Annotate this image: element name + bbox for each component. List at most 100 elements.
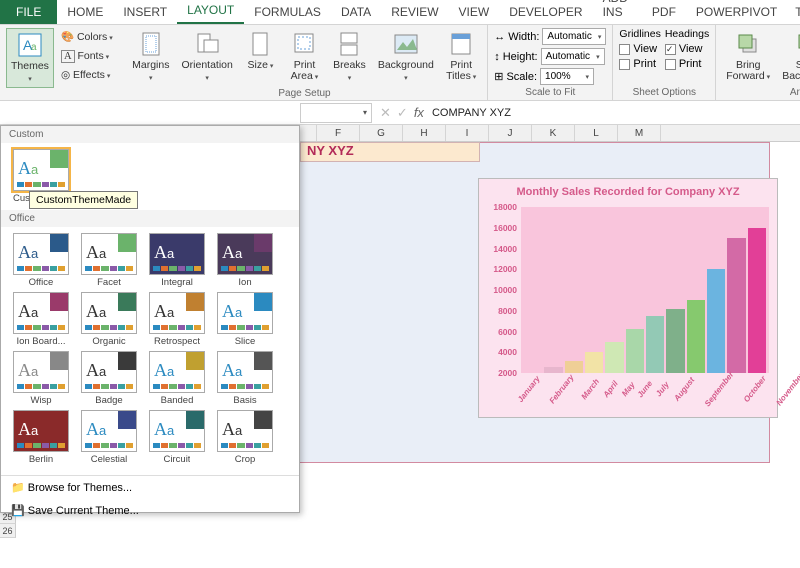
background-icon [392, 30, 420, 58]
print-titles-icon [447, 30, 475, 58]
browse-themes-button[interactable]: 📁 Browse for Themes... [1, 476, 299, 499]
tab-data[interactable]: DATA [331, 0, 381, 24]
column-header[interactable]: G [360, 125, 403, 141]
chart-bar [687, 300, 705, 373]
ribbon: Aa Themes 🎨 Colors A Fonts ◎ Effects Mar… [0, 25, 800, 101]
theme-tooltip: CustomThemeMade [29, 191, 138, 209]
group-sheet-options-label: Sheet Options [619, 85, 709, 98]
theme-item[interactable]: AaWisp [9, 351, 73, 406]
breaks-icon [335, 30, 363, 58]
fonts-button[interactable]: A Fonts [58, 48, 116, 64]
sheet-title-cell[interactable]: NY XYZ [300, 142, 480, 162]
theme-item[interactable]: AaIntegral [145, 233, 209, 288]
chart-bar [565, 361, 583, 373]
chart-title: Monthly Sales Recorded for Company XYZ [479, 179, 777, 201]
tab-page-layout[interactable]: PAGE LAYOUT [177, 0, 244, 24]
breaks-button[interactable]: Breaks [328, 28, 370, 86]
chart-bar [666, 309, 684, 373]
theme-item[interactable]: AaIon Board... [9, 292, 73, 347]
column-header[interactable]: L [575, 125, 618, 141]
width-dropdown[interactable]: Automatic [542, 28, 606, 45]
column-header[interactable]: J [489, 125, 532, 141]
orientation-button[interactable]: Orientation [178, 28, 237, 86]
chart-bars [521, 207, 769, 373]
height-dropdown[interactable]: Automatic [541, 48, 605, 65]
gridlines-view-checkbox[interactable] [619, 44, 630, 55]
theme-item[interactable]: AaCelestial [77, 410, 141, 465]
tab-view[interactable]: VIEW [449, 0, 500, 24]
file-tab[interactable]: FILE [0, 0, 57, 24]
scale-input[interactable]: 100% [540, 68, 594, 85]
print-area-button[interactable]: Print Area [284, 28, 324, 85]
column-header[interactable]: K [532, 125, 575, 141]
size-button[interactable]: Size [240, 28, 280, 74]
tab-review[interactable]: REVIEW [381, 0, 448, 24]
send-backward-button[interactable]: Send Backward [778, 28, 800, 85]
effects-button[interactable]: ◎ Effects [58, 67, 116, 83]
group-scale-label: Scale to Fit [494, 85, 606, 98]
column-header[interactable]: H [403, 125, 446, 141]
tab-powerpivot[interactable]: POWERPIVOT [686, 0, 787, 24]
ribbon-tabs: FILE HOME INSERT PAGE LAYOUT FORMULAS DA… [0, 0, 800, 25]
margins-button[interactable]: Margins [128, 28, 174, 86]
save-theme-button[interactable]: 💾 Save Current Theme... [1, 499, 299, 522]
headings-header: Headings [665, 28, 709, 40]
fonts-icon: A [61, 50, 75, 63]
tab-home[interactable]: HOME [57, 0, 113, 24]
worksheet-area: EFGHIJKLM 20212223242526 NY XYZ Monthly … [0, 125, 800, 568]
tab-pdf[interactable]: PDF [642, 0, 686, 24]
width-icon: ↔ [494, 31, 505, 43]
group-page-setup-label: Page Setup [128, 86, 481, 99]
theme-item[interactable]: AaOrganic [77, 292, 141, 347]
tab-team[interactable]: Team [787, 0, 800, 24]
theme-item[interactable]: AaBerlin [9, 410, 73, 465]
row-header[interactable]: 26 [0, 524, 16, 538]
bring-forward-button[interactable]: Bring Forward [722, 28, 774, 85]
group-arrange-label: Arrange [722, 85, 800, 98]
print-titles-button[interactable]: Print Titles [441, 28, 481, 85]
chart-bar [626, 329, 644, 373]
theme-item[interactable]: AaBadge [77, 351, 141, 406]
formula-input[interactable]: COMPANY XYZ [432, 107, 800, 119]
theme-item[interactable]: AaSlice [213, 292, 277, 347]
theme-item[interactable]: AaBasis [213, 351, 277, 406]
chart-x-axis: JanuaryFebruaryMarchAprilMayJuneJulyAugu… [521, 373, 769, 417]
column-header[interactable]: I [446, 125, 489, 141]
accept-formula-icon[interactable]: ✓ [397, 105, 408, 121]
group-themes-label [6, 96, 116, 98]
theme-item[interactable]: AaOffice [9, 233, 73, 288]
chart-bar [646, 316, 664, 373]
column-header[interactable]: F [317, 125, 360, 141]
tab-developer[interactable]: DEVELOPER [499, 0, 592, 24]
tab-addins[interactable]: ADD-INS [593, 0, 642, 24]
headings-view-checkbox[interactable] [665, 44, 676, 55]
column-header[interactable]: M [618, 125, 661, 141]
size-icon [246, 30, 274, 58]
headings-print-label: Print [679, 58, 702, 70]
formula-bar: ✕ ✓ fx COMPANY XYZ [0, 101, 800, 125]
cancel-formula-icon[interactable]: ✕ [380, 105, 391, 121]
theme-item[interactable]: AaCrop [213, 410, 277, 465]
chart-plot-area [521, 207, 769, 373]
themes-button[interactable]: Aa Themes [6, 28, 54, 88]
embedded-chart[interactable]: Monthly Sales Recorded for Company XYZ 2… [478, 178, 778, 418]
chart-y-axis: 2000400060008000100001200014000160001800… [479, 207, 521, 373]
theme-item[interactable]: AaFacet [77, 233, 141, 288]
scale-label: Scale: [506, 71, 537, 83]
theme-item[interactable]: AaCircuit [145, 410, 209, 465]
colors-button[interactable]: 🎨 Colors [58, 28, 116, 45]
headings-print-checkbox[interactable] [665, 59, 676, 70]
print-area-icon [290, 30, 318, 58]
background-button[interactable]: Background [374, 28, 437, 86]
tab-formulas[interactable]: FORMULAS [244, 0, 331, 24]
tab-insert[interactable]: INSERT [113, 0, 177, 24]
theme-item[interactable]: AaRetrospect [145, 292, 209, 347]
gridlines-print-checkbox[interactable] [619, 59, 630, 70]
fx-icon[interactable]: fx [414, 105, 424, 121]
theme-item[interactable]: AaIon [213, 233, 277, 288]
bring-forward-icon [734, 30, 762, 58]
colors-icon: 🎨 [61, 31, 74, 43]
chart-bar [748, 228, 766, 373]
theme-item[interactable]: AaBanded [145, 351, 209, 406]
name-box[interactable] [300, 103, 372, 123]
